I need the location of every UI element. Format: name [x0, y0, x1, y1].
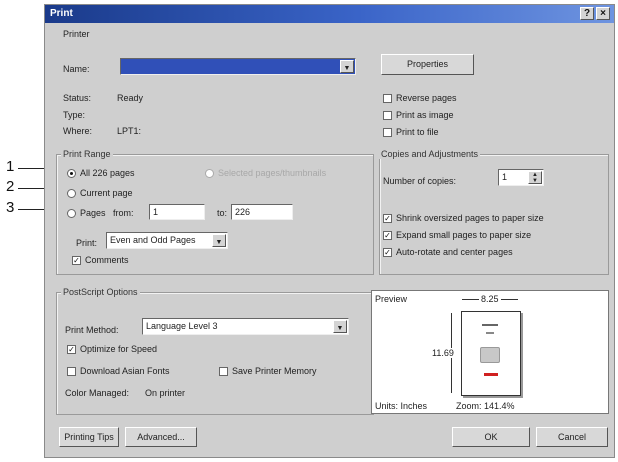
help-button[interactable]: ? [580, 7, 594, 20]
number-of-copies-label: Number of copies: [383, 176, 457, 186]
window-title: Print [50, 8, 73, 19]
print-dialog: Print ? × Printer Name: ▼ Properties Sta… [44, 4, 615, 458]
reverse-pages-checkbox[interactable] [383, 94, 392, 103]
printer-group-label: Printer [63, 29, 90, 39]
color-managed-value: On printer [145, 388, 186, 398]
print-to-file-checkbox[interactable] [383, 128, 392, 137]
properties-button[interactable]: Properties [381, 54, 474, 75]
printing-tips-button[interactable]: Printing Tips [59, 427, 119, 447]
copies-group-label: Copies and Adjustments [379, 149, 481, 159]
pages-radio[interactable] [67, 209, 76, 218]
selected-pages-radio [205, 169, 214, 178]
autorotate-label: Auto-rotate and center pages [396, 247, 513, 257]
download-fonts-checkbox[interactable] [67, 367, 76, 376]
thumbnail-red-mark [484, 373, 498, 376]
callout-3: 3 [6, 199, 15, 216]
chevron-down-icon[interactable]: ▼ [333, 320, 347, 333]
spinner-icon[interactable]: ▲ ▼ [528, 171, 542, 184]
print-method-value: Language Level 3 [146, 321, 218, 331]
save-memory-checkbox[interactable] [219, 367, 228, 376]
print-as-image-checkbox[interactable] [383, 111, 392, 120]
number-of-copies-input[interactable]: 1 ▲ ▼ [498, 169, 544, 186]
where-label: Where: [63, 126, 93, 136]
cancel-button[interactable]: Cancel [536, 427, 608, 447]
number-of-copies-value: 1 [502, 172, 508, 182]
comments-label: Comments [85, 255, 129, 265]
chevron-down-icon[interactable]: ▼ [340, 60, 354, 73]
expand-checkbox[interactable]: ✓ [383, 231, 392, 240]
page-thumbnail [461, 311, 521, 396]
optimize-label: Optimize for Speed [80, 344, 158, 354]
from-label: from: [113, 208, 134, 218]
callout-2: 2 [6, 178, 15, 195]
printer-name-label: Name: [63, 64, 90, 74]
print-method-label: Print Method: [65, 325, 119, 335]
preview-height: 11.69 [432, 348, 454, 358]
chevron-down-icon[interactable]: ▼ [212, 234, 226, 247]
type-label: Type: [63, 110, 86, 120]
all-pages-radio[interactable] [67, 169, 76, 178]
color-managed-label: Color Managed: [65, 388, 130, 398]
thumbnail-printer-image [480, 347, 500, 363]
print-subset-select[interactable]: Even and Odd Pages ▼ [106, 232, 228, 249]
title-bar: Print ? × [45, 5, 614, 23]
print-subset-value: Even and Odd Pages [110, 235, 196, 245]
preview-width: 8.25 [479, 294, 501, 304]
print-to-file-label: Print to file [396, 127, 439, 137]
preview-label: Preview [375, 294, 408, 304]
shrink-label: Shrink oversized pages to paper size [396, 213, 544, 223]
all-pages-label: All 226 pages [80, 168, 135, 178]
preview-zoom: Zoom: 141.4% [456, 401, 515, 411]
autorotate-checkbox[interactable]: ✓ [383, 248, 392, 257]
advanced-button[interactable]: Advanced... [125, 427, 197, 447]
where-value: LPT1: [117, 126, 142, 136]
pages-label: Pages [80, 208, 106, 218]
current-page-label: Current page [80, 188, 133, 198]
download-fonts-label: Download Asian Fonts [80, 366, 170, 376]
preview-pane: Preview 8.25 11.69 Units: Inches Zoom: 1… [371, 290, 609, 414]
to-label: to: [217, 208, 228, 218]
postscript-group-label: PostScript Options [61, 287, 140, 297]
close-button[interactable]: × [596, 7, 610, 20]
thumbnail-subtitle-mark [486, 332, 494, 334]
print-subset-label: Print: [76, 238, 98, 248]
shrink-checkbox[interactable]: ✓ [383, 214, 392, 223]
optimize-checkbox[interactable]: ✓ [67, 345, 76, 354]
to-input[interactable]: 226 [231, 204, 293, 220]
thumbnail-title-mark [482, 324, 498, 326]
save-memory-label: Save Printer Memory [232, 366, 317, 376]
comments-checkbox[interactable]: ✓ [72, 256, 81, 265]
print-as-image-label: Print as image [396, 110, 454, 120]
preview-units: Units: Inches [375, 401, 428, 411]
from-input[interactable]: 1 [149, 204, 205, 220]
status-label: Status: [63, 93, 92, 103]
status-value: Ready [117, 93, 144, 103]
expand-label: Expand small pages to paper size [396, 230, 532, 240]
print-method-select[interactable]: Language Level 3 ▼ [142, 318, 349, 335]
print-range-label: Print Range [61, 149, 113, 159]
reverse-pages-label: Reverse pages [396, 93, 457, 103]
ok-button[interactable]: OK [452, 427, 530, 447]
printer-name-select[interactable]: ▼ [120, 58, 356, 75]
current-page-radio[interactable] [67, 189, 76, 198]
callout-1: 1 [6, 158, 15, 175]
selected-pages-label: Selected pages/thumbnails [218, 168, 327, 178]
